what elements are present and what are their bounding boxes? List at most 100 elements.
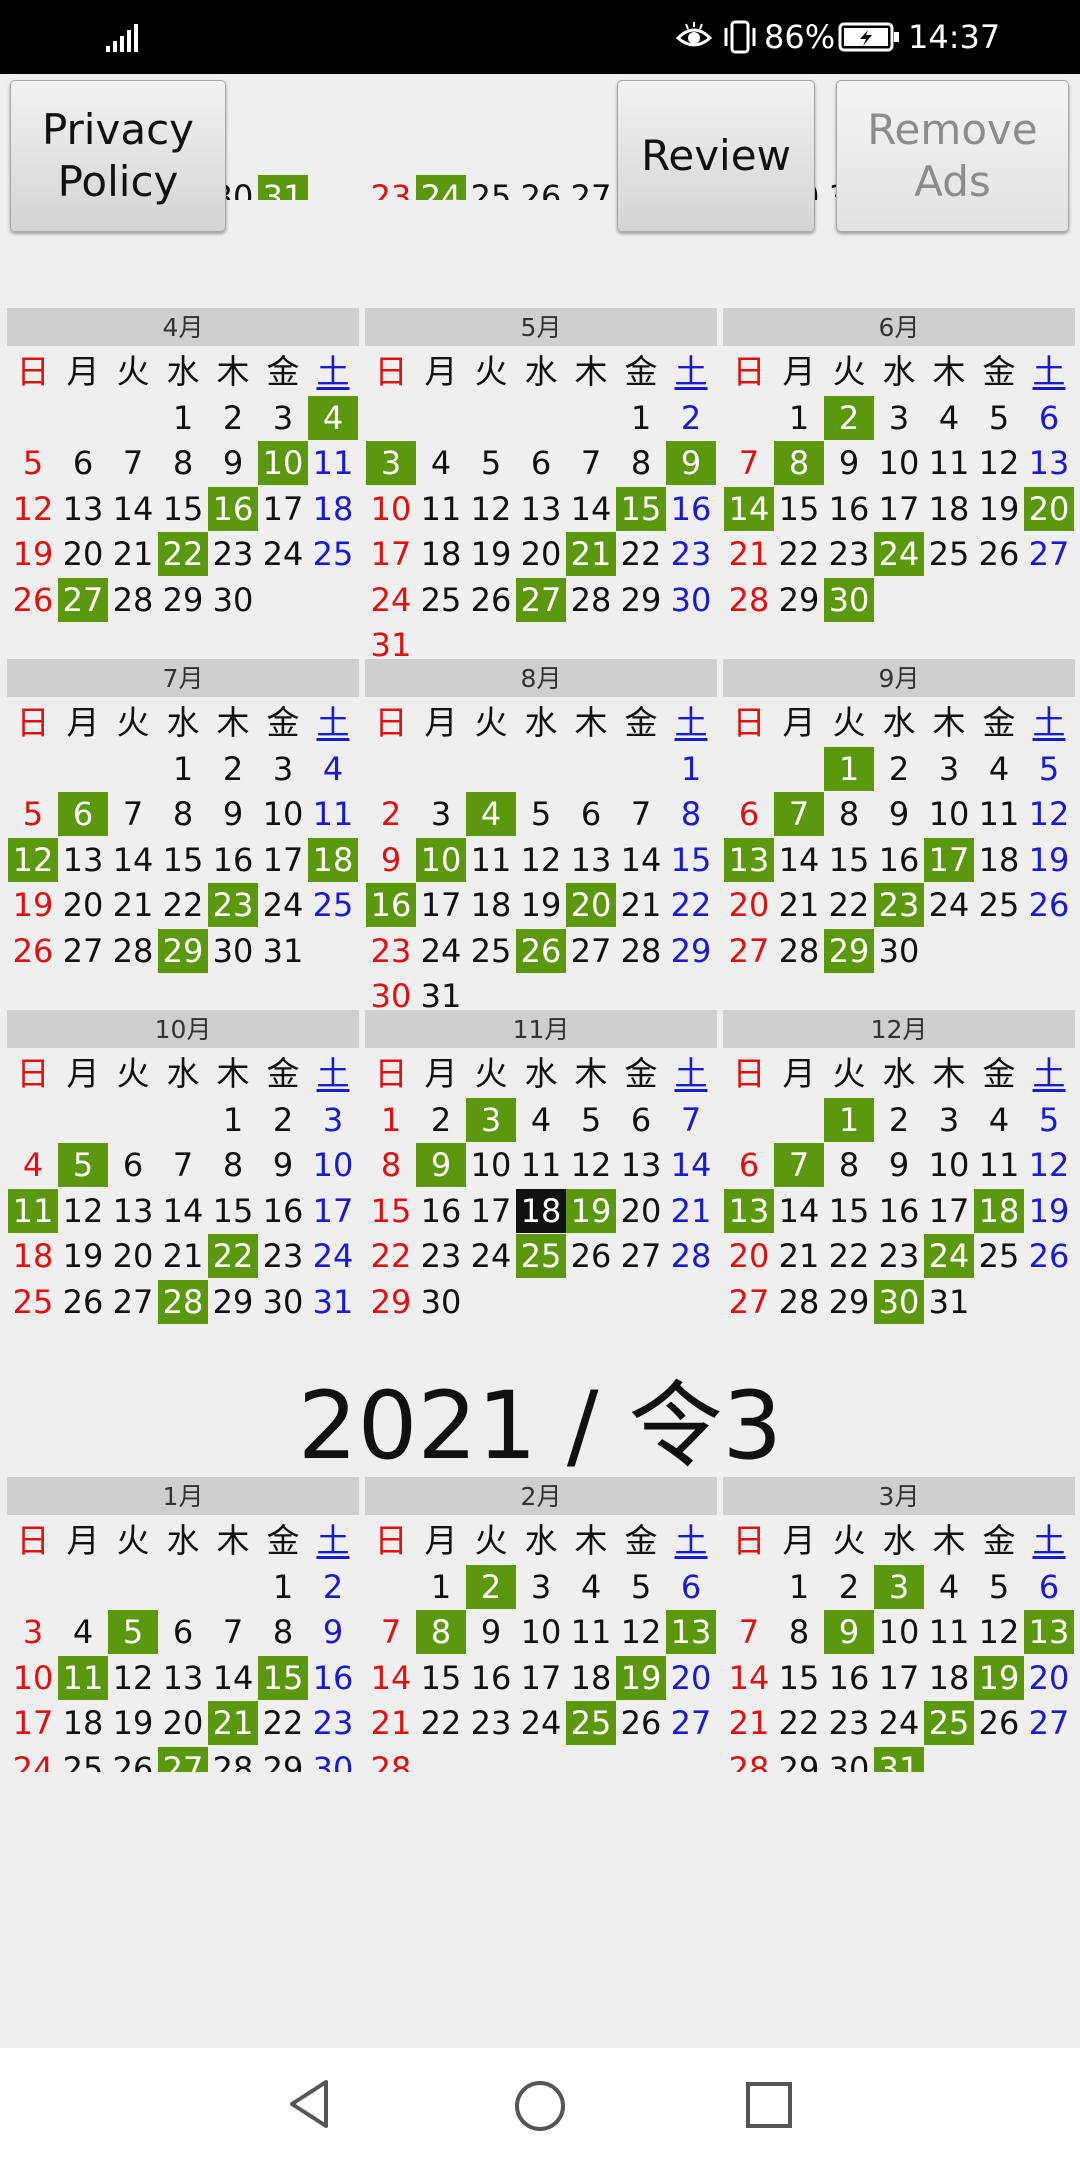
calendar-day[interactable]: 18	[466, 170, 516, 174]
calendar-day[interactable]: 20	[616, 1189, 666, 1233]
calendar-day[interactable]: 30	[208, 578, 258, 622]
calendar-day[interactable]: 27	[724, 929, 774, 973]
review-button[interactable]: Review	[617, 80, 815, 232]
calendar-day[interactable]: 22	[158, 883, 208, 927]
calendar-day[interactable]: 5	[108, 1610, 158, 1655]
calendar-day[interactable]: 24	[416, 175, 466, 200]
calendar-day[interactable]: 19	[1024, 838, 1074, 882]
calendar-day[interactable]: 20	[566, 170, 616, 174]
calendar-day[interactable]: 21	[108, 883, 158, 927]
calendar-day[interactable]: 10	[416, 837, 466, 882]
calendar-day[interactable]: 2	[366, 792, 416, 836]
calendar-day[interactable]: 17	[308, 1189, 358, 1233]
calendar-day[interactable]: 24	[258, 170, 308, 174]
calendar-day[interactable]: 20	[566, 883, 616, 928]
calendar-day[interactable]: 8	[366, 1143, 416, 1187]
calendar-day[interactable]: 21	[724, 1701, 774, 1745]
calendar-day[interactable]: 15	[158, 487, 208, 531]
calendar-day[interactable]: 27	[616, 1234, 666, 1278]
calendar-day[interactable]: 1	[258, 1565, 308, 1609]
calendar-day[interactable]: 12	[616, 1610, 666, 1654]
calendar-day[interactable]: 28	[366, 1747, 416, 1772]
calendar-day[interactable]: 9	[666, 441, 716, 486]
calendar-day[interactable]: 11	[974, 1143, 1024, 1187]
calendar-day[interactable]: 6	[108, 1143, 158, 1187]
calendar-day[interactable]: 26	[8, 578, 58, 622]
calendar-day[interactable]: 9	[208, 792, 258, 836]
calendar-day[interactable]: 12	[974, 1610, 1024, 1654]
calendar-day[interactable]: 6	[616, 1098, 666, 1142]
calendar-day[interactable]: 25	[974, 883, 1024, 927]
calendar-day[interactable]: 18	[974, 838, 1024, 882]
calendar-day[interactable]: 31	[308, 1280, 358, 1324]
calendar-day[interactable]: 2	[874, 1098, 924, 1142]
calendar-day[interactable]: 28	[724, 578, 774, 622]
calendar-day[interactable]: 17	[258, 838, 308, 882]
calendar-day[interactable]: 29	[366, 1280, 416, 1324]
calendar-day[interactable]: 13	[616, 1143, 666, 1187]
calendar-day[interactable]: 30	[258, 1280, 308, 1324]
calendar-day[interactable]: 16	[416, 1189, 466, 1233]
calendar-day[interactable]: 27	[58, 929, 108, 973]
calendar-day[interactable]: 30	[416, 1280, 466, 1324]
calendar-day[interactable]: 18	[924, 487, 974, 531]
calendar-day[interactable]: 8	[158, 441, 208, 485]
calendar-day[interactable]: 11	[8, 1188, 58, 1233]
calendar-day[interactable]: 10	[308, 1143, 358, 1187]
calendar-day[interactable]: 3	[924, 1098, 974, 1142]
calendar-day[interactable]: 26	[1024, 883, 1074, 927]
calendar-day[interactable]: 21	[774, 1234, 824, 1278]
calendar-day[interactable]: 13	[1024, 1610, 1074, 1655]
calendar-day[interactable]: 16	[208, 486, 258, 531]
calendar-day[interactable]: 15	[824, 838, 874, 882]
calendar-day[interactable]: 8	[616, 441, 666, 485]
calendar-day[interactable]: 13	[566, 838, 616, 882]
calendar-day[interactable]: 29	[616, 578, 666, 622]
calendar-day[interactable]: 11	[466, 838, 516, 882]
calendar-day[interactable]: 1	[774, 396, 824, 440]
calendar-day[interactable]: 3	[516, 1565, 566, 1609]
calendar-day[interactable]: 7	[366, 1610, 416, 1654]
calendar-day[interactable]: 24	[924, 883, 974, 927]
calendar-day[interactable]: 4	[466, 792, 516, 837]
calendar-day[interactable]: 6	[666, 1565, 716, 1609]
calendar-day[interactable]: 19	[8, 883, 58, 927]
calendar-day[interactable]: 12	[1024, 792, 1074, 836]
calendar-day[interactable]: 12	[108, 1656, 158, 1700]
calendar-day[interactable]: 5	[8, 441, 58, 485]
calendar-day[interactable]: 23	[208, 883, 258, 928]
calendar-day[interactable]: 28	[666, 1234, 716, 1278]
calendar-day[interactable]: 7	[108, 441, 158, 485]
calendar-day[interactable]: 3	[416, 792, 466, 836]
calendar-day[interactable]: 26	[466, 578, 516, 622]
calendar-day[interactable]: 16	[874, 838, 924, 882]
calendar-day[interactable]: 25	[516, 1234, 566, 1279]
calendar-day[interactable]: 6	[724, 1143, 774, 1187]
calendar-day[interactable]: 19	[108, 1701, 158, 1745]
calendar-day[interactable]: 11	[974, 792, 1024, 836]
calendar-day[interactable]: 11	[308, 441, 358, 485]
calendar-day[interactable]: 22	[366, 1234, 416, 1278]
calendar-day[interactable]: 1	[208, 1098, 258, 1142]
calendar-day[interactable]: 12	[974, 441, 1024, 485]
calendar-day[interactable]: 18	[566, 1656, 616, 1700]
calendar-day[interactable]: 18	[924, 1656, 974, 1700]
calendar-day[interactable]: 13	[724, 1188, 774, 1233]
calendar-day[interactable]: 8	[774, 441, 824, 486]
calendar-day[interactable]: 8	[258, 1610, 308, 1654]
calendar-day[interactable]: 25	[924, 532, 974, 576]
calendar-day[interactable]: 14	[666, 1143, 716, 1187]
calendar-day[interactable]: 17	[516, 1656, 566, 1700]
calendar-day[interactable]: 13	[158, 1656, 208, 1700]
calendar-day[interactable]: 15	[616, 486, 666, 531]
calendar-day[interactable]: 7	[724, 1610, 774, 1654]
calendar-day[interactable]: 26	[58, 1280, 108, 1324]
calendar-day[interactable]: 4	[58, 1610, 108, 1654]
calendar-day[interactable]: 20	[1024, 486, 1074, 531]
calendar-day[interactable]: 16	[824, 487, 874, 531]
calendar-day[interactable]: 17	[416, 883, 466, 927]
calendar-day[interactable]: 21	[566, 532, 616, 577]
calendar-day[interactable]: 5	[974, 396, 1024, 440]
calendar-day[interactable]: 11	[416, 487, 466, 531]
calendar-day[interactable]: 28	[774, 1280, 824, 1324]
